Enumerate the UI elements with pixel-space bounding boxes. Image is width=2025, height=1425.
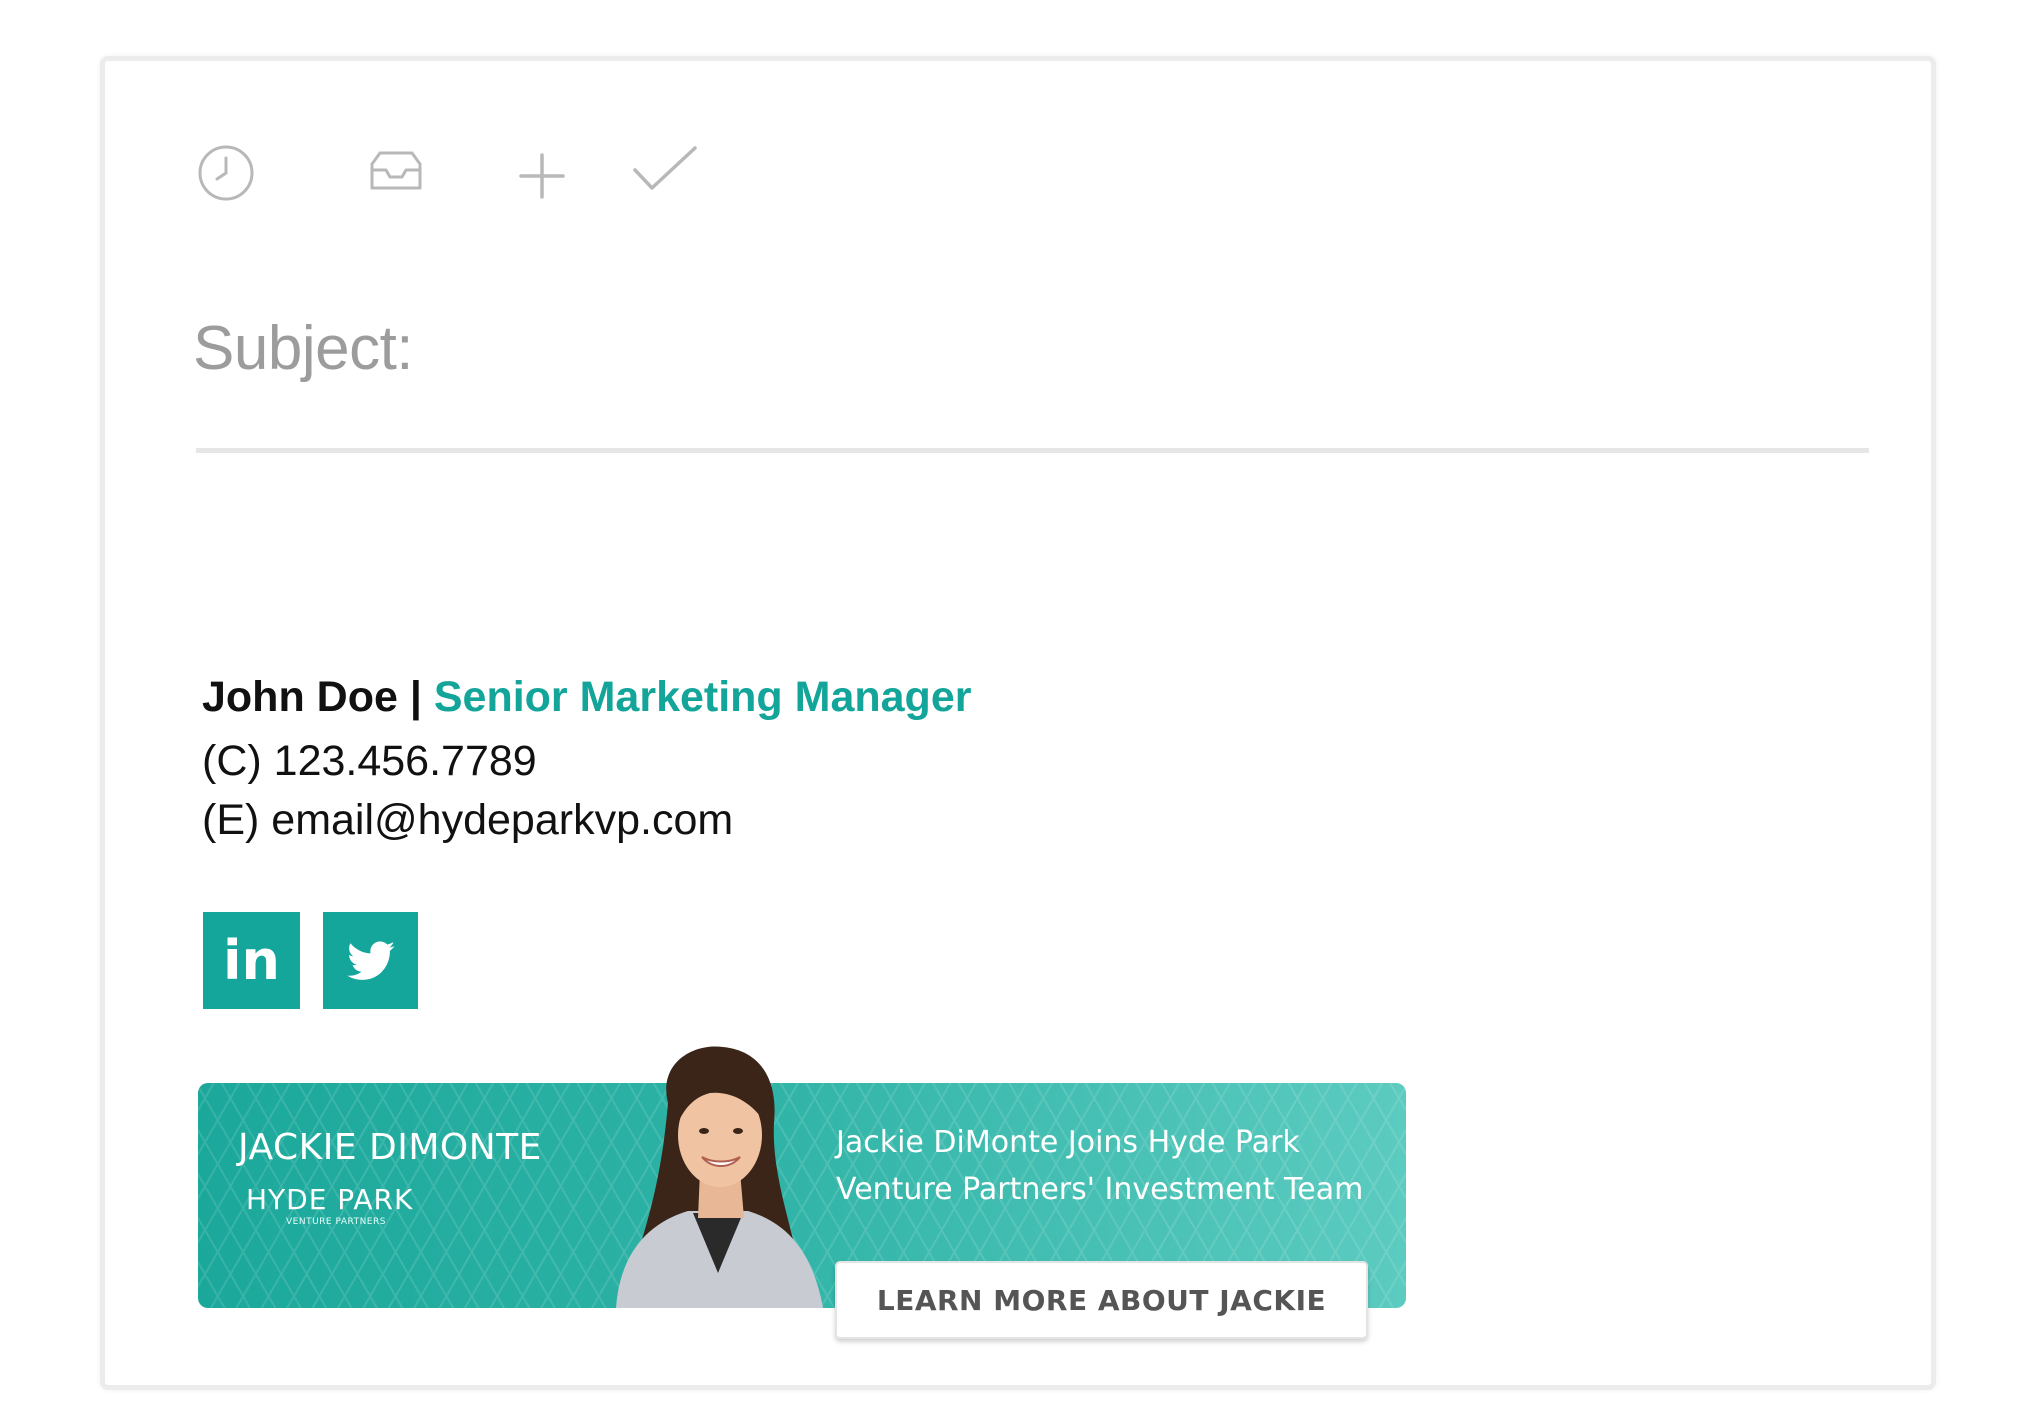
person-photo xyxy=(598,1043,828,1308)
hyde-park-logo: HYDE PARK xyxy=(246,1183,414,1216)
email-address[interactable]: email@hydeparkvp.com xyxy=(271,796,733,844)
signature-phone-row: (C) 123.456.7789 xyxy=(202,740,537,783)
check-icon[interactable] xyxy=(632,144,698,194)
clock-icon[interactable] xyxy=(196,143,256,203)
email-prefix: (E) xyxy=(202,796,260,844)
signature-separator: | xyxy=(397,673,434,721)
linkedin-button[interactable]: in xyxy=(203,912,300,1009)
signature-email-row: (E) email@hydeparkvp.com xyxy=(202,799,733,842)
phone-number[interactable]: 123.456.7789 xyxy=(274,737,537,785)
signature-banner[interactable]: JACKIE DIMONTE HYDE PARK VENTURE PARTNER… xyxy=(198,1046,1406,1339)
signature-title: Senior Marketing Manager xyxy=(433,673,972,721)
banner-person-name: JACKIE DIMONTE xyxy=(238,1127,542,1168)
inbox-icon[interactable] xyxy=(366,150,426,192)
signature-name-row: John Doe | Senior Marketing Manager xyxy=(202,676,971,719)
learn-more-button[interactable]: LEARN MORE ABOUT JACKIE xyxy=(835,1261,1368,1339)
phone-prefix: (C) xyxy=(202,737,262,785)
email-compose-screen: Subject: John Doe | Senior Marketing Man… xyxy=(0,0,2025,1425)
signature-name: John Doe xyxy=(202,673,398,721)
twitter-button[interactable] xyxy=(323,912,418,1009)
subject-divider xyxy=(196,448,1869,453)
subject-label[interactable]: Subject: xyxy=(193,318,414,380)
banner-headline-line2: Venture Partners' Investment Team xyxy=(836,1172,1364,1207)
banner-headline: Jackie DiMonte Joins Hyde Park Venture P… xyxy=(836,1119,1363,1213)
linkedin-icon: in xyxy=(223,928,280,992)
twitter-bird-icon xyxy=(346,941,395,980)
plus-icon[interactable] xyxy=(518,152,566,200)
hyde-park-logo-subtitle: VENTURE PARTNERS xyxy=(286,1217,386,1227)
banner-headline-line1: Jackie DiMonte Joins Hyde Park xyxy=(836,1125,1300,1160)
